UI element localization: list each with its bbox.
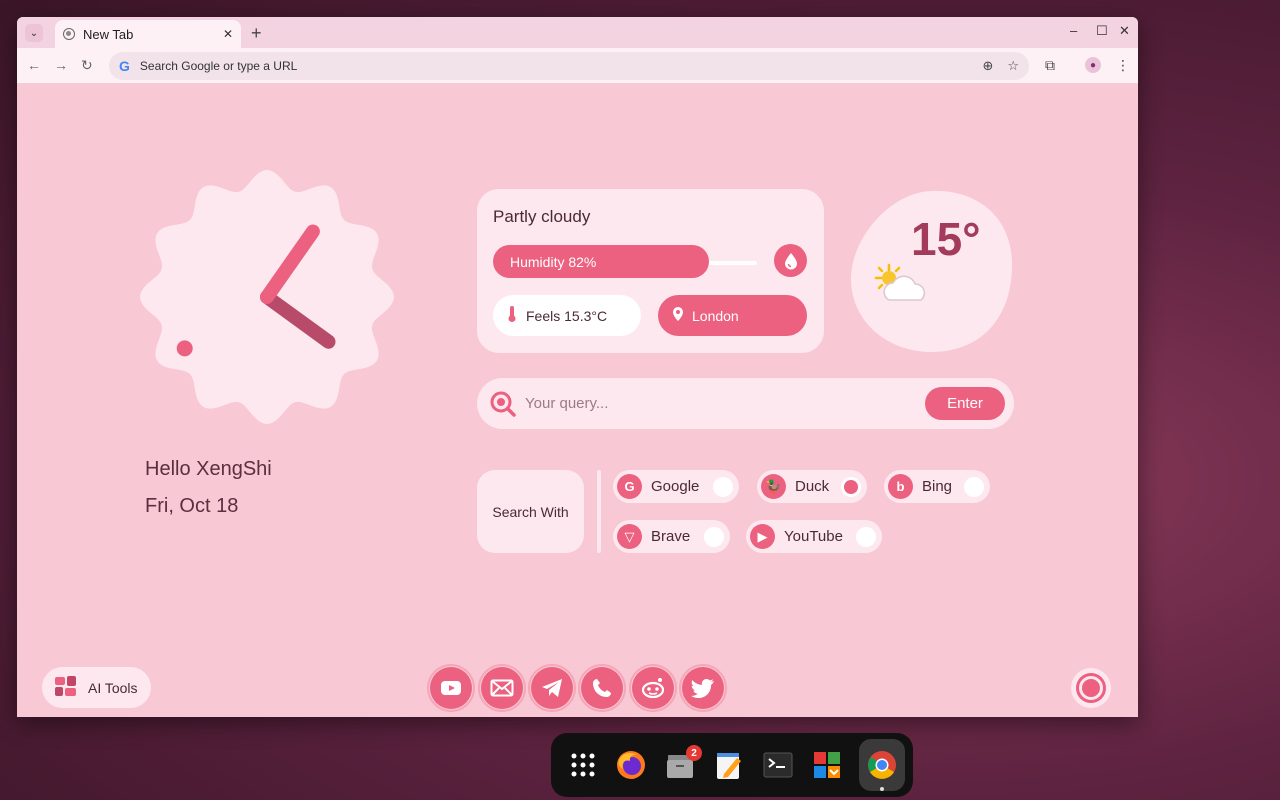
whatsapp-icon bbox=[593, 679, 611, 697]
new-tab-favicon-icon bbox=[63, 28, 75, 40]
engine-radio[interactable] bbox=[856, 526, 876, 547]
clock-second-dot bbox=[176, 340, 193, 357]
menu-kebab-icon[interactable]: ⋮ bbox=[1116, 57, 1130, 74]
system-shelf: 2 bbox=[551, 733, 913, 797]
humidity-drop-icon bbox=[774, 244, 807, 277]
feels-like-text: Feels 15.3°C bbox=[526, 307, 608, 324]
app-store-icon[interactable] bbox=[811, 749, 843, 781]
google-engine-icon: G bbox=[617, 474, 642, 499]
search-with-label: Search With bbox=[477, 470, 584, 553]
engine-label: Bing bbox=[922, 478, 953, 495]
minimize-icon[interactable]: – bbox=[1070, 23, 1077, 38]
omnibox[interactable]: G Search Google or type a URL ⊕ ☆ bbox=[109, 52, 1029, 80]
twitter-shortcut[interactable] bbox=[679, 664, 727, 712]
tab-close-icon[interactable]: ✕ bbox=[223, 27, 233, 41]
humidity-bar: Humidity 82% bbox=[493, 245, 709, 278]
whatsapp-shortcut[interactable] bbox=[578, 664, 626, 712]
new-tab-button[interactable]: + bbox=[251, 23, 262, 44]
analog-clock bbox=[140, 170, 394, 424]
ai-tools-label: AI Tools bbox=[88, 679, 138, 696]
close-window-icon[interactable]: ✕ bbox=[1119, 23, 1130, 39]
feels-like-chip: Feels 15.3°C bbox=[493, 295, 641, 336]
telegram-shortcut[interactable] bbox=[528, 664, 576, 712]
engine-label: Duck bbox=[795, 478, 830, 495]
enter-button[interactable]: Enter bbox=[925, 387, 1005, 420]
files-badge: 2 bbox=[686, 745, 702, 761]
engine-duck[interactable]: 🦆 Duck bbox=[757, 470, 867, 503]
extensions-icon[interactable]: ⧉ bbox=[1045, 57, 1055, 74]
engine-divider bbox=[597, 470, 601, 553]
files-icon[interactable]: 2 bbox=[664, 745, 702, 781]
tab-title: New Tab bbox=[83, 26, 134, 42]
engine-brave[interactable]: ▽ Brave bbox=[613, 520, 730, 553]
firefox-icon[interactable] bbox=[615, 749, 647, 781]
engine-radio[interactable] bbox=[704, 526, 724, 547]
mail-shortcut[interactable] bbox=[478, 664, 526, 712]
new-tab-page: Hello XengShi Fri, Oct 18 Partly cloudy … bbox=[17, 84, 1138, 717]
chrome-icon[interactable] bbox=[866, 749, 898, 781]
bookmark-star-icon[interactable]: ☆ bbox=[1007, 58, 1019, 74]
engine-label: Google bbox=[651, 478, 700, 495]
engine-google[interactable]: G Google bbox=[613, 470, 739, 503]
engine-label: Brave bbox=[651, 528, 691, 545]
ai-tools-icon bbox=[54, 675, 78, 700]
search-bar: Enter bbox=[477, 378, 1014, 429]
running-indicator bbox=[880, 787, 884, 791]
engine-radio[interactable] bbox=[713, 476, 733, 497]
partly-cloudy-icon bbox=[874, 263, 926, 301]
browser-window: ⌄ New Tab ✕ + – ☐ ✕ ← → ↻ G Search Googl… bbox=[17, 17, 1138, 717]
search-icon bbox=[490, 391, 516, 417]
search-input[interactable] bbox=[525, 390, 905, 417]
engine-bing[interactable]: b Bing bbox=[884, 470, 990, 503]
ai-tools-button[interactable]: AI Tools bbox=[42, 667, 151, 708]
engine-youtube[interactable]: ▶ YouTube bbox=[746, 520, 882, 553]
weather-condition: Partly cloudy bbox=[493, 207, 591, 226]
tab-new-tab[interactable]: New Tab ✕ bbox=[55, 20, 241, 48]
bing-icon: b bbox=[888, 474, 913, 499]
date-text: Fri, Oct 18 bbox=[145, 495, 239, 517]
location-pin-icon bbox=[672, 306, 684, 325]
brave-lion-icon: ▽ bbox=[617, 524, 642, 549]
back-icon[interactable]: ← bbox=[27, 57, 41, 73]
duckduckgo-icon: 🦆 bbox=[761, 474, 786, 499]
location-text: London bbox=[692, 307, 739, 324]
weather-card: Partly cloudy Humidity 82% Feels 15.3°C … bbox=[477, 189, 824, 353]
forward-icon[interactable]: → bbox=[54, 57, 68, 73]
text-editor-icon[interactable] bbox=[713, 749, 745, 781]
zoom-icon[interactable]: ⊕ bbox=[982, 58, 993, 74]
thermometer-icon bbox=[507, 305, 517, 326]
browser-toolbar: ← → ↻ G Search Google or type a URL ⊕ ☆ … bbox=[17, 48, 1138, 84]
google-logo-icon: G bbox=[119, 58, 130, 74]
reddit-icon bbox=[641, 678, 665, 699]
omnibox-placeholder: Search Google or type a URL bbox=[139, 59, 298, 73]
reload-icon[interactable]: ↻ bbox=[81, 57, 93, 74]
tab-bar: ⌄ New Tab ✕ + – ☐ ✕ bbox=[17, 17, 1138, 48]
record-icon bbox=[1076, 673, 1106, 703]
reddit-shortcut[interactable] bbox=[629, 664, 677, 712]
record-button[interactable] bbox=[1071, 668, 1111, 708]
telegram-icon bbox=[542, 679, 562, 697]
profile-avatar-icon[interactable]: ● bbox=[1085, 57, 1101, 73]
launcher-icon[interactable] bbox=[567, 749, 599, 781]
tab-search-button[interactable]: ⌄ bbox=[25, 24, 43, 42]
engine-radio[interactable] bbox=[964, 476, 984, 497]
twitter-icon bbox=[691, 679, 714, 698]
youtube-icon bbox=[441, 681, 461, 695]
engine-radio[interactable] bbox=[841, 476, 861, 497]
engine-label: YouTube bbox=[784, 528, 843, 545]
terminal-icon[interactable] bbox=[762, 749, 794, 781]
greeting-text: Hello XengShi bbox=[145, 458, 272, 480]
maximize-icon[interactable]: ☐ bbox=[1096, 23, 1108, 39]
youtube-shortcut[interactable] bbox=[427, 664, 475, 712]
location-button[interactable]: London bbox=[658, 295, 807, 336]
temperature-value: 15° bbox=[911, 213, 981, 265]
mail-icon bbox=[490, 679, 514, 697]
youtube-engine-icon: ▶ bbox=[750, 524, 775, 549]
